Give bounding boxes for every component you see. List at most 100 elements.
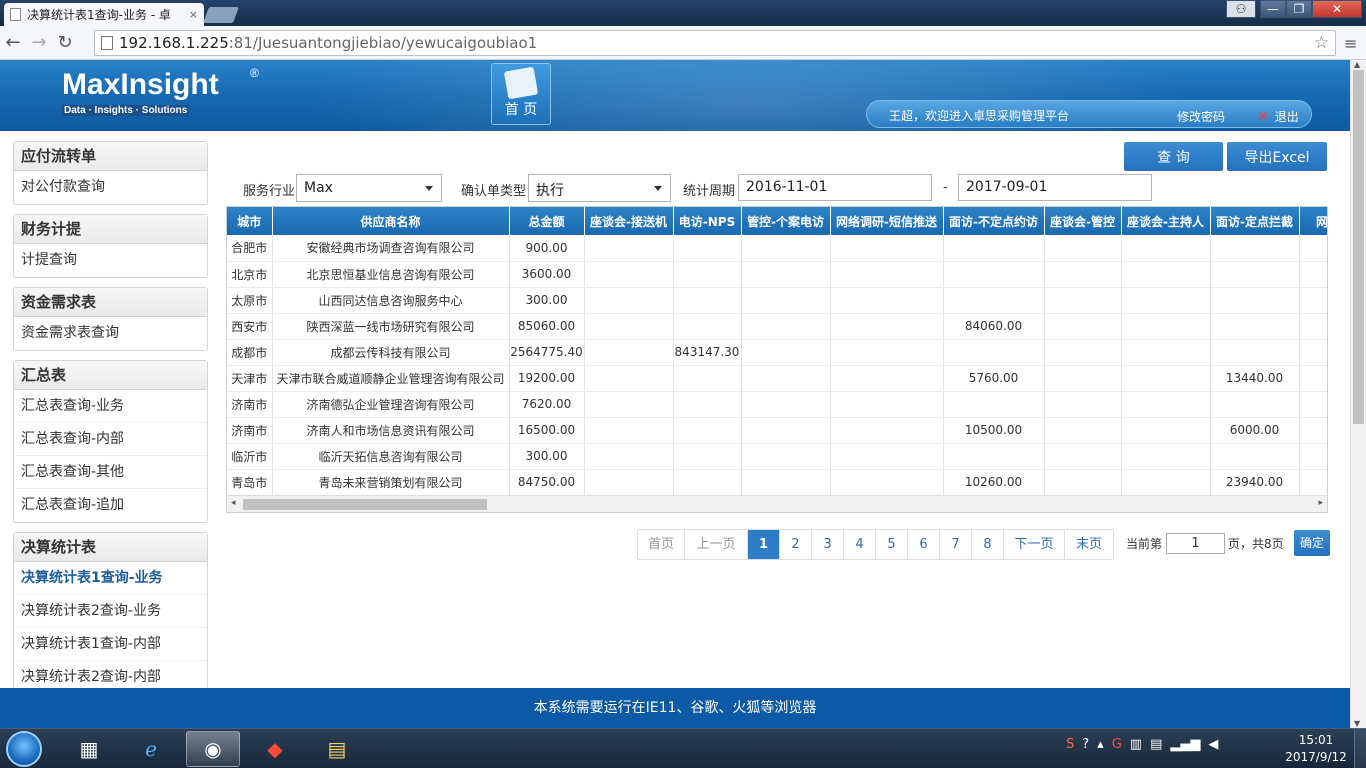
help-icon[interactable]: ? xyxy=(1082,737,1089,752)
volume-icon[interactable]: ◀ xyxy=(1208,737,1218,752)
app-red-icon[interactable]: ◆ xyxy=(248,731,302,767)
calculator-icon[interactable]: ▦ xyxy=(62,731,116,767)
vertical-scrollbar[interactable]: ▲ ▼ xyxy=(1350,60,1366,728)
page-number-input[interactable]: 1 xyxy=(1166,533,1225,554)
table-row[interactable]: 济南市 济南人和市场信息资讯有限公司 16500.00 10500.00 6000.00 xyxy=(227,417,1327,444)
pager-next[interactable]: 下一页 xyxy=(1004,530,1065,559)
scroll-right-arrow-icon[interactable]: ▸ xyxy=(1318,498,1323,508)
bookmark-star-icon[interactable]: ☆ xyxy=(1314,33,1329,53)
pager-page-1[interactable]: 1 xyxy=(748,530,780,559)
query-button[interactable]: 查 询 xyxy=(1124,142,1223,171)
scroll-down-arrow-icon[interactable]: ▼ xyxy=(1354,719,1360,728)
sidebar-item-final1-business[interactable]: 决算统计表1查询-业务 xyxy=(14,562,207,595)
pager-page-2[interactable]: 2 xyxy=(780,530,812,559)
maximize-button[interactable]: ❐ xyxy=(1286,0,1312,18)
horizontal-scrollbar-thumb[interactable] xyxy=(243,499,487,510)
column-header[interactable]: 网络调研-短信推送 xyxy=(830,207,944,235)
column-header[interactable]: 面访-不定点约访 xyxy=(943,207,1045,235)
clipboard-icon[interactable]: ▤ xyxy=(1150,737,1162,752)
horizontal-scrollbar[interactable]: ◂ ▸ xyxy=(227,495,1327,512)
internet-explorer-icon[interactable]: ℯ xyxy=(124,731,178,767)
table-row[interactable]: 合肥市 安徽经典市场调查咨询有限公司 900.00 xyxy=(227,235,1327,262)
sidebar-item-public-payment[interactable]: 对公付款查询 xyxy=(14,171,207,204)
back-arrow-icon[interactable]: ← xyxy=(0,32,26,53)
table-row[interactable]: 天津市 天津市联合威道顺静企业管理咨询有限公司 19200.00 5760.00 134… xyxy=(227,365,1327,392)
sidebar-item-summary-internal[interactable]: 汇总表查询-内部 xyxy=(14,423,207,456)
browser-menu-icon[interactable]: ≡ xyxy=(1344,34,1357,53)
change-password-link[interactable]: 修改密码 xyxy=(1177,108,1225,125)
table-cell: 青岛未来营销策划有限公司 xyxy=(272,469,510,496)
period-end-input[interactable]: 2017-09-01 xyxy=(958,174,1152,201)
export-excel-button[interactable]: 导出Excel xyxy=(1227,142,1327,171)
sidebar-item-final2-internal[interactable]: 决算统计表2查询-内部 xyxy=(14,661,207,688)
network-icon[interactable]: ▥ xyxy=(1130,737,1142,752)
column-header[interactable]: 座谈会-主持人 xyxy=(1121,207,1211,235)
table-row[interactable]: 青岛市 青岛未来营销策划有限公司 84750.00 10260.00 23940.00 xyxy=(227,469,1327,496)
chrome-icon[interactable]: ◉ xyxy=(186,731,240,767)
close-window-button[interactable]: ✕ xyxy=(1312,0,1362,18)
windows-taskbar: ▦ ℯ ◉ ◆ ▤ S ? ▴ G ▥ ▤ ▂▄▆ ◀ 15:01 2017/9… xyxy=(0,728,1366,768)
logout-link[interactable]: ✕ 退出 xyxy=(1257,108,1299,125)
address-bar[interactable]: 192.168.1.225:81/Juesuantongjiebiao/yewu… xyxy=(94,30,1336,56)
sidebar-item-summary-other[interactable]: 汇总表查询-其他 xyxy=(14,456,207,489)
sidebar-item-final1-internal[interactable]: 决算统计表1查询-内部 xyxy=(14,628,207,661)
pager-page-5[interactable]: 5 xyxy=(876,530,908,559)
pager-first[interactable]: 首页 xyxy=(638,530,685,559)
confirm-type-select[interactable]: 执行 xyxy=(528,174,671,202)
minimize-button[interactable]: — xyxy=(1260,0,1286,18)
taskbar-clock[interactable]: 15:01 2017/9/12 xyxy=(1284,732,1348,766)
sidebar-item-final2-business[interactable]: 决算统计表2查询-业务 xyxy=(14,595,207,628)
pager-last[interactable]: 末页 xyxy=(1065,530,1113,559)
signal-icon[interactable]: ▂▄▆ xyxy=(1170,737,1200,752)
column-header[interactable]: 管控-个案电访 xyxy=(741,207,831,235)
scroll-left-arrow-icon[interactable]: ◂ xyxy=(231,498,236,508)
column-header[interactable]: 总金额 xyxy=(509,207,585,235)
table-row[interactable]: 西安市 陕西深蓝一线市场研究有限公司 85060.00 84060.00 xyxy=(227,313,1327,340)
scroll-up-arrow-icon[interactable]: ▲ xyxy=(1354,60,1360,69)
column-header[interactable]: 电访-NPS xyxy=(673,207,742,235)
pager-page-7[interactable]: 7 xyxy=(940,530,972,559)
column-header[interactable]: 城市 xyxy=(227,207,273,235)
column-header[interactable]: 面访-定点拦截 xyxy=(1210,207,1300,235)
sidebar-group-final-accounts: 决算统计表 决算统计表1查询-业务 决算统计表2查询-业务 决算统计表1查询-内… xyxy=(13,532,208,688)
pager-page-8[interactable]: 8 xyxy=(972,530,1004,559)
table-cell xyxy=(1044,235,1122,262)
pager-page-6[interactable]: 6 xyxy=(908,530,940,559)
pager-prev[interactable]: 上一页 xyxy=(685,530,748,559)
user-profile-icon[interactable]: ⚇ xyxy=(1226,0,1256,18)
column-header[interactable]: 供应商名称 xyxy=(272,207,510,235)
table-cell xyxy=(741,391,831,418)
goto-page-button[interactable]: 确定 xyxy=(1294,530,1330,556)
tab-title: 决算统计表1查询-业务 - 卓 xyxy=(27,8,171,22)
file-explorer-icon[interactable]: ▤ xyxy=(310,731,364,767)
column-header[interactable]: 座谈会-接送机 xyxy=(584,207,674,235)
industry-select[interactable]: Max xyxy=(296,174,442,202)
home-button[interactable]: 首 页 xyxy=(491,63,551,125)
period-start-input[interactable]: 2016-11-01 xyxy=(738,174,932,201)
table-row[interactable]: 成都市 成都云传科技有限公司 2564775.40 843147.30 xyxy=(227,339,1327,366)
table-row[interactable]: 济南市 济南德弘企业管理咨询有限公司 7620.00 xyxy=(227,391,1327,418)
column-header[interactable]: 座谈会-管控 xyxy=(1044,207,1122,235)
show-desktop-button[interactable] xyxy=(1354,729,1366,768)
column-header[interactable]: 网络 xyxy=(1299,207,1327,235)
table-row[interactable]: 太原市 山西同达信息咨询服务中心 300.00 xyxy=(227,287,1327,314)
reload-icon[interactable]: ↻ xyxy=(52,32,78,53)
sidebar-item-accrual-query[interactable]: 计提查询 xyxy=(14,244,207,277)
forward-arrow-icon[interactable]: → xyxy=(26,32,52,53)
tray-app-icon[interactable]: G xyxy=(1112,737,1122,752)
sidebar-item-summary-additional[interactable]: 汇总表查询-追加 xyxy=(14,489,207,522)
sidebar-item-summary-business[interactable]: 汇总表查询-业务 xyxy=(14,390,207,423)
vertical-scrollbar-thumb[interactable] xyxy=(1353,70,1364,424)
table-cell xyxy=(741,261,831,288)
start-button[interactable] xyxy=(6,731,42,767)
tray-expand-icon[interactable]: ▴ xyxy=(1097,737,1104,752)
browser-tab-active[interactable]: 决算统计表1查询-业务 - 卓 × xyxy=(4,3,204,26)
pager-page-3[interactable]: 3 xyxy=(812,530,844,559)
table-row[interactable]: 临沂市 临沂天拓信息咨询有限公司 300.00 xyxy=(227,443,1327,470)
sidebar-item-funding-query[interactable]: 资金需求表查询 xyxy=(14,317,207,350)
table-row[interactable]: 北京市 北京思恒基业信息咨询有限公司 3600.00 xyxy=(227,261,1327,288)
new-tab-button[interactable] xyxy=(203,7,239,23)
tab-close-icon[interactable]: × xyxy=(189,8,198,21)
pager-page-4[interactable]: 4 xyxy=(844,530,876,559)
sogou-ime-icon[interactable]: S xyxy=(1066,737,1074,752)
